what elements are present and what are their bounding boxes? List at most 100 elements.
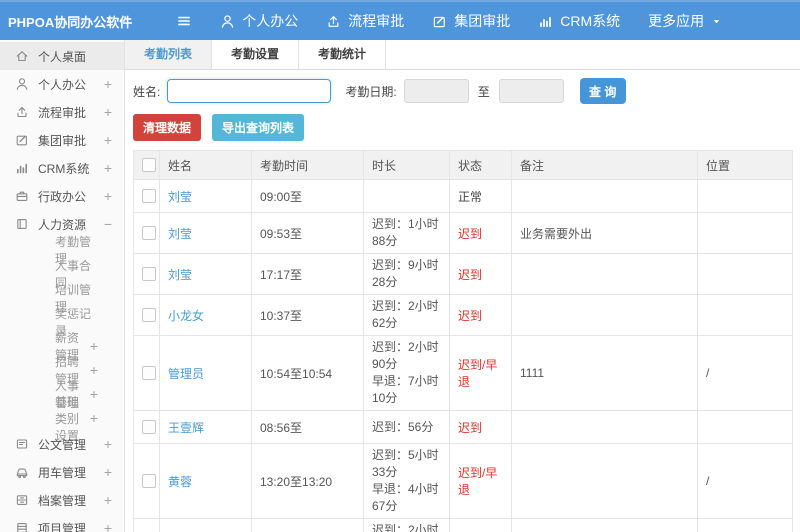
expand-toggle-icon[interactable]: − xyxy=(104,216,112,232)
sidebar-item[interactable]: 项目管理 + xyxy=(0,514,124,532)
expand-toggle-icon[interactable]: + xyxy=(104,132,112,148)
status-cell: 迟到 xyxy=(449,518,512,532)
expand-toggle-icon[interactable]: + xyxy=(104,464,112,480)
row-checkbox[interactable] xyxy=(142,189,156,204)
employee-name-link[interactable]: 管理员 xyxy=(168,367,204,381)
expand-toggle-icon[interactable]: + xyxy=(90,362,98,378)
table-row: 王壹辉10:02至迟到：2小时03分 迟到 xyxy=(133,518,793,532)
location-cell: / xyxy=(697,335,793,411)
employee-name-link[interactable]: 刘莹 xyxy=(168,190,192,204)
row-checkbox-cell xyxy=(133,212,160,254)
duration-cell: 迟到：1小时88分 xyxy=(363,212,450,254)
expand-toggle-icon[interactable]: + xyxy=(104,520,112,532)
nav-item[interactable]: 更多应用 xyxy=(648,11,722,31)
nav-item[interactable]: 流程审批 xyxy=(326,11,404,31)
time-cell: 09:00至 xyxy=(251,179,364,213)
date-to-input[interactable] xyxy=(498,79,564,103)
sidebar-item[interactable]: 档案管理 + xyxy=(0,486,124,514)
book-icon xyxy=(15,217,29,231)
column-header: 考勤时间 xyxy=(251,150,364,180)
tab[interactable]: 考勤统计 xyxy=(299,40,387,69)
nav-item[interactable]: CRM系统 xyxy=(538,11,620,31)
top-navbar: PHPOA协同办公软件 个人办公 流程审批 集团审批 CRM系统 更多应用 xyxy=(0,0,800,40)
sidebar-item[interactable]: 流程审批 + xyxy=(0,98,124,126)
status-cell: 迟到/早退 xyxy=(449,443,512,519)
expand-toggle-icon[interactable]: + xyxy=(104,76,112,92)
remark-cell xyxy=(511,294,698,336)
sidebar-item-label: 个人办公 xyxy=(38,77,87,92)
row-checkbox[interactable] xyxy=(142,267,156,282)
row-checkbox[interactable] xyxy=(142,308,156,323)
tab[interactable]: 考勤列表 xyxy=(125,40,213,69)
expand-toggle-icon[interactable]: + xyxy=(90,410,98,426)
duration-cell xyxy=(363,179,450,213)
remark-cell xyxy=(511,253,698,295)
status-badge: 迟到/早退 xyxy=(458,358,498,389)
car-icon xyxy=(15,465,29,479)
duration-line: 迟到：9小时28分 xyxy=(372,258,439,289)
employee-name-link[interactable]: 刘莹 xyxy=(168,268,192,282)
sidebar-item[interactable]: 个人办公 + xyxy=(0,70,124,98)
tab[interactable]: 考勤设置 xyxy=(212,40,300,69)
nav-item-label: CRM系统 xyxy=(560,13,621,29)
duration-line: 迟到：56分 xyxy=(372,419,434,434)
employee-name-link[interactable]: 黄蓉 xyxy=(168,475,192,489)
expand-toggle-icon[interactable]: + xyxy=(104,492,112,508)
sidebar-item[interactable]: 用车管理 + xyxy=(0,458,124,486)
employee-name-link[interactable]: 小龙女 xyxy=(168,309,204,323)
row-checkbox[interactable] xyxy=(142,366,156,381)
app-window: PHPOA协同办公软件 个人办公 流程审批 集团审批 CRM系统 更多应用 个人桌面 个人… xyxy=(0,0,800,532)
sidebar-item-label: 用车管理 xyxy=(38,465,87,480)
sidebar-item-label: 人力资源 xyxy=(38,217,87,232)
time-cell: 10:37至 xyxy=(251,294,364,336)
nav-item[interactable]: 个人办公 xyxy=(220,11,298,31)
row-checkbox[interactable] xyxy=(142,226,156,241)
name-input[interactable] xyxy=(167,79,332,103)
expand-toggle-icon[interactable]: + xyxy=(90,338,98,354)
sidebar-item[interactable]: 行政办公 + xyxy=(0,182,124,210)
sidebar-item[interactable]: 集团审批 + xyxy=(0,126,124,154)
time-cell: 08:56至 xyxy=(251,410,364,444)
row-checkbox-cell xyxy=(133,179,160,213)
hamburger-menu-icon[interactable] xyxy=(176,13,192,29)
row-checkbox-cell xyxy=(133,335,160,411)
duration-line: 迟到：5小时33分 xyxy=(372,448,439,479)
column-header: 时长 xyxy=(363,150,450,180)
table-row: 刘莹 17:17至 迟到：9小时28分 迟到 xyxy=(133,253,793,295)
time-cell: 17:17至 xyxy=(251,253,364,295)
select-all-checkbox[interactable] xyxy=(142,158,156,173)
duration-line: 早退：7小时10分 xyxy=(372,374,439,405)
column-header: 姓名 xyxy=(159,150,252,180)
expand-toggle-icon[interactable]: + xyxy=(104,160,112,176)
remark-cell xyxy=(511,443,698,519)
export-list-button[interactable]: 导出查询列表 xyxy=(212,114,305,141)
sidebar-item[interactable]: 个人桌面 xyxy=(0,42,124,70)
attendance-table: 姓名 考勤时间 时长 状态 备注 位置 刘莹 09:00至 正常 刘莹 09:53至 迟到：1小时8… xyxy=(133,150,793,532)
sidebar-item-label: 集团审批 xyxy=(38,133,87,148)
expand-toggle-icon[interactable]: + xyxy=(90,386,98,402)
duration-line: 迟到：1小时88分 xyxy=(372,217,439,248)
duration-line: 迟到：2小时62分 xyxy=(372,299,439,330)
duration-cell: 迟到：56分 xyxy=(363,410,450,444)
time-cell: 13:20至13:20 xyxy=(251,443,364,519)
nav-item[interactable]: 集团审批 xyxy=(432,11,510,31)
employee-name-link[interactable]: 刘莹 xyxy=(168,227,192,241)
main-area: 个人桌面 个人办公 + 流程审批 + 集团审批 + CRM系统 + 行政办公 + 人力资源 − 考勤管理人… xyxy=(0,40,800,532)
date-from-input[interactable] xyxy=(403,79,469,103)
row-checkbox[interactable] xyxy=(142,420,156,435)
sidebar-subitem[interactable]: 基础类别设置 + xyxy=(0,395,124,443)
query-button[interactable]: 查 询 xyxy=(579,78,626,104)
sidebar-item[interactable]: CRM系统 + xyxy=(0,154,124,182)
home-icon xyxy=(15,49,29,63)
employee-name-link[interactable]: 王壹辉 xyxy=(168,421,204,435)
sidebar-item-label: 公文管理 xyxy=(38,437,87,452)
status-badge: 迟到 xyxy=(458,308,483,323)
chart-icon xyxy=(538,14,553,29)
time-cell: 10:54至10:54 xyxy=(251,335,364,411)
expand-toggle-icon[interactable]: + xyxy=(104,104,112,120)
row-checkbox[interactable] xyxy=(142,474,156,489)
expand-toggle-icon[interactable]: + xyxy=(104,188,112,204)
edit-icon xyxy=(15,133,29,147)
expand-toggle-icon[interactable]: + xyxy=(104,436,112,452)
clean-data-button[interactable]: 清理数据 xyxy=(133,114,202,141)
